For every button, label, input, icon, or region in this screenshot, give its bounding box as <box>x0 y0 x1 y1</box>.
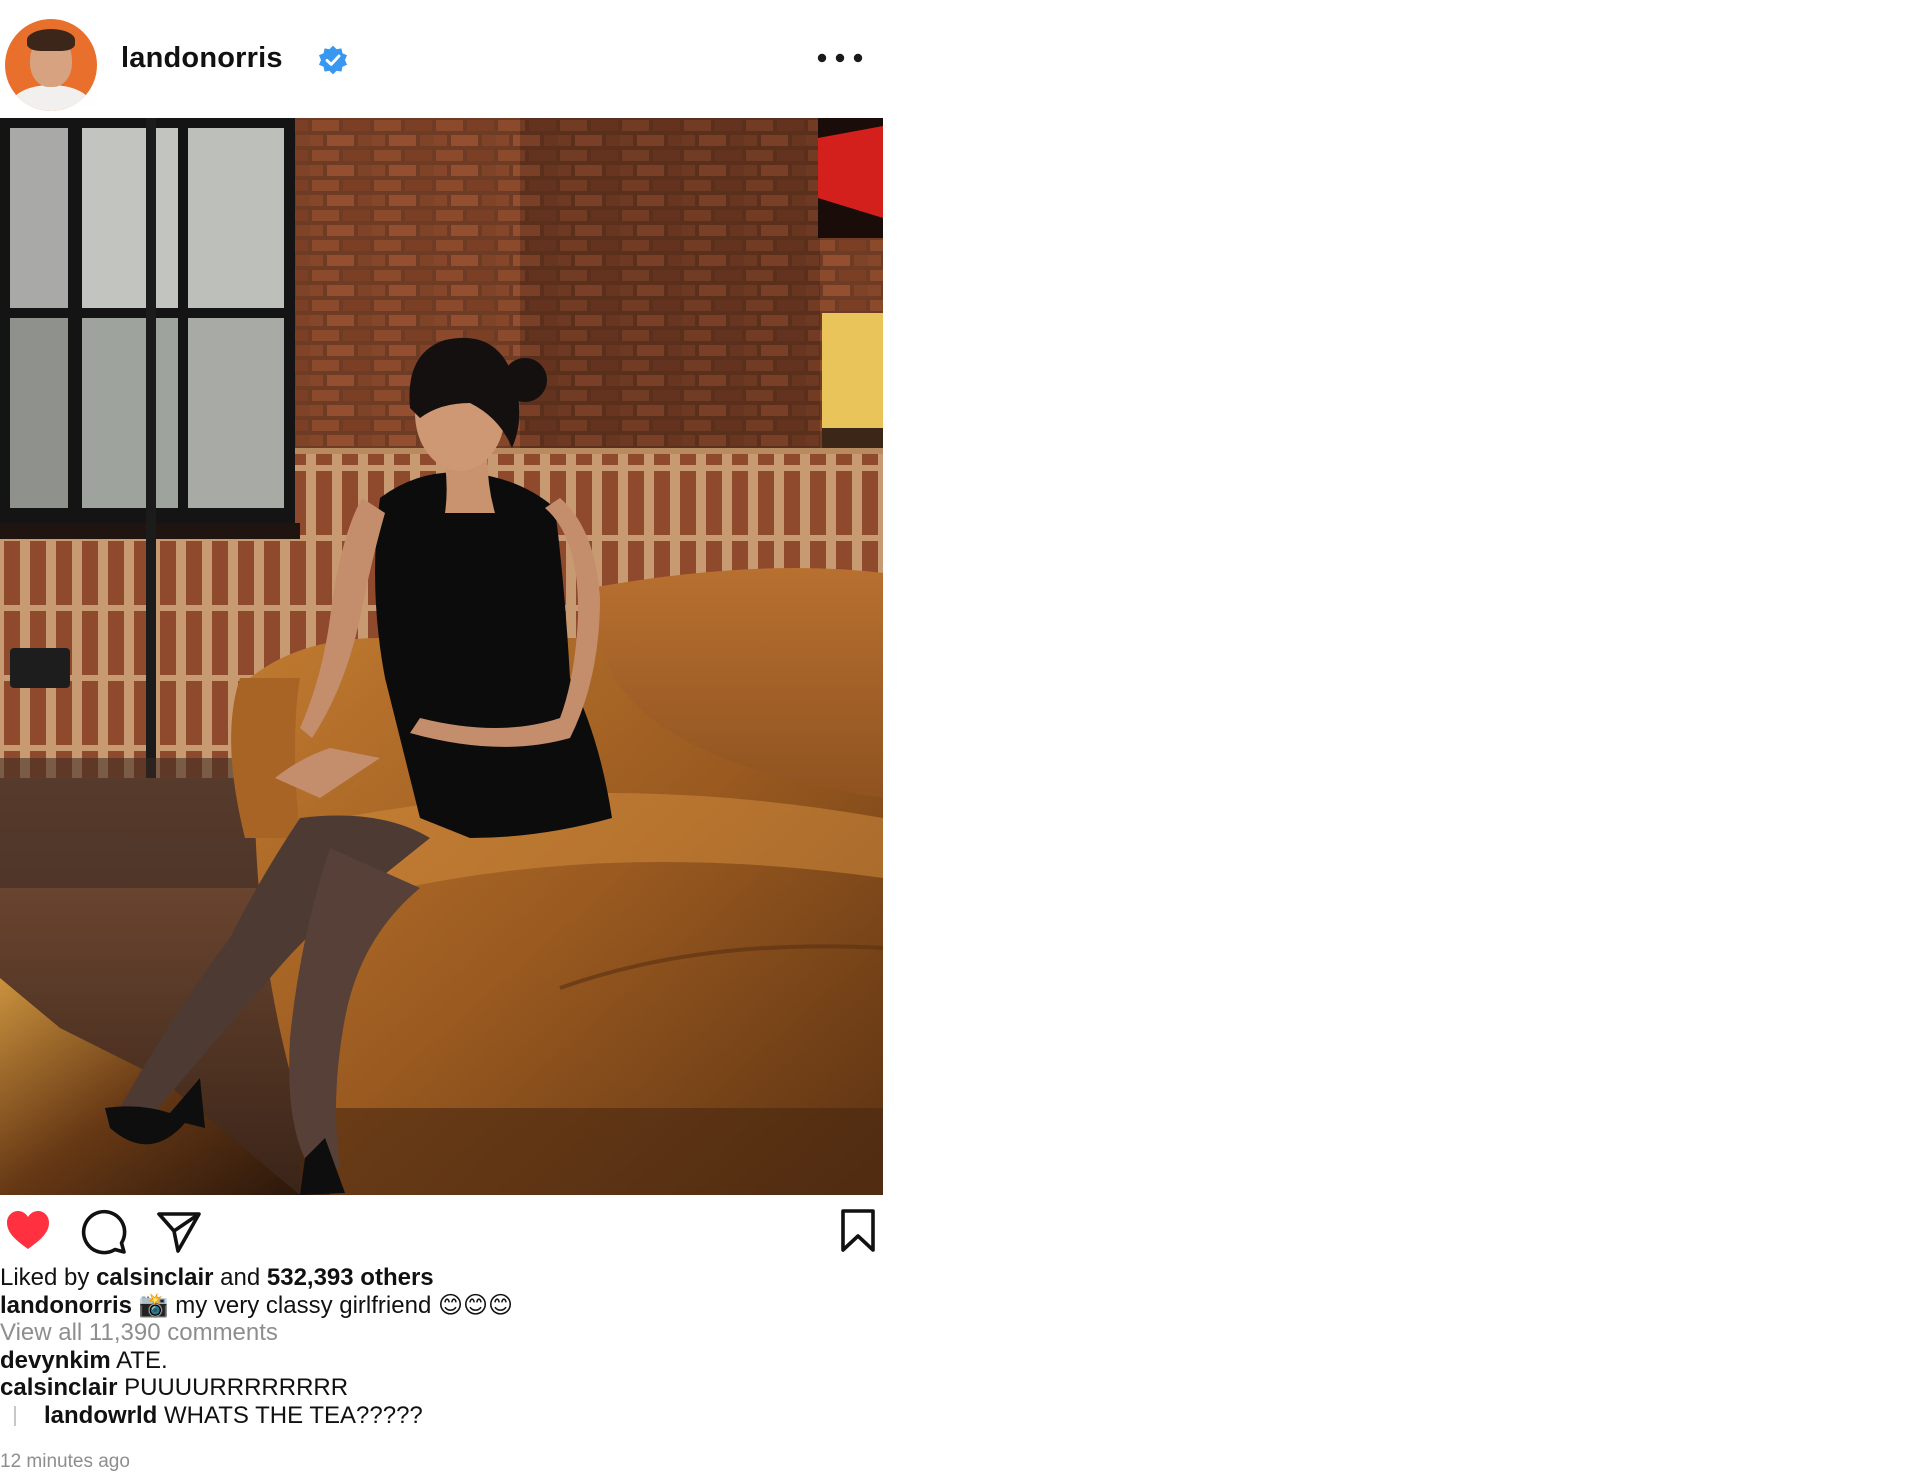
reply-thread-line <box>14 1405 16 1426</box>
reply-item: landowrld WHATS THE TEA????? <box>0 1402 883 1430</box>
comment-text: PUUUURRRRRRRR <box>124 1374 349 1401</box>
reply-text: WHATS THE TEA????? <box>164 1401 423 1429</box>
likes-line: Liked by calsinclair and 532,393 others <box>0 1264 883 1292</box>
comment-item: devynkim ATE. <box>0 1347 883 1375</box>
post-photo[interactable] <box>0 118 883 1195</box>
comment-text: ATE. <box>116 1346 168 1374</box>
heart-icon[interactable] <box>4 1207 52 1255</box>
comment-item: calsinclair PUUUURRRRRRRR <box>0 1374 883 1402</box>
comment-username[interactable]: devynkim <box>0 1347 111 1374</box>
more-options-icon[interactable] <box>815 48 865 68</box>
liked-by-and: and <box>220 1264 261 1291</box>
comment-username[interactable]: calsinclair <box>0 1374 117 1401</box>
bookmark-icon[interactable] <box>834 1207 882 1255</box>
comment-icon[interactable] <box>79 1207 127 1255</box>
post-header: landonorris <box>0 0 883 118</box>
action-bar <box>0 1207 883 1255</box>
liked-by-prefix: Liked by <box>0 1264 90 1291</box>
post-details: Liked by calsinclair and 532,393 others … <box>0 1264 883 1429</box>
verified-badge-icon <box>319 45 347 75</box>
post-timestamp: 12 minutes ago <box>0 1451 130 1472</box>
liked-by-user[interactable]: calsinclair <box>96 1264 213 1291</box>
reply-username[interactable]: landowrld <box>44 1402 157 1429</box>
caption-text: 📸 my very classy girlfriend 😊😊😊 <box>138 1291 514 1319</box>
view-all-comments-link[interactable]: View all 11,390 comments <box>0 1319 883 1347</box>
send-icon[interactable] <box>154 1207 202 1255</box>
likes-count[interactable]: 532,393 others <box>267 1264 434 1291</box>
caption: landonorris 📸 my very classy girlfriend … <box>0 1292 883 1320</box>
caption-username[interactable]: landonorris <box>0 1292 132 1319</box>
post-username[interactable]: landonorris <box>121 42 283 75</box>
avatar[interactable] <box>5 19 97 111</box>
